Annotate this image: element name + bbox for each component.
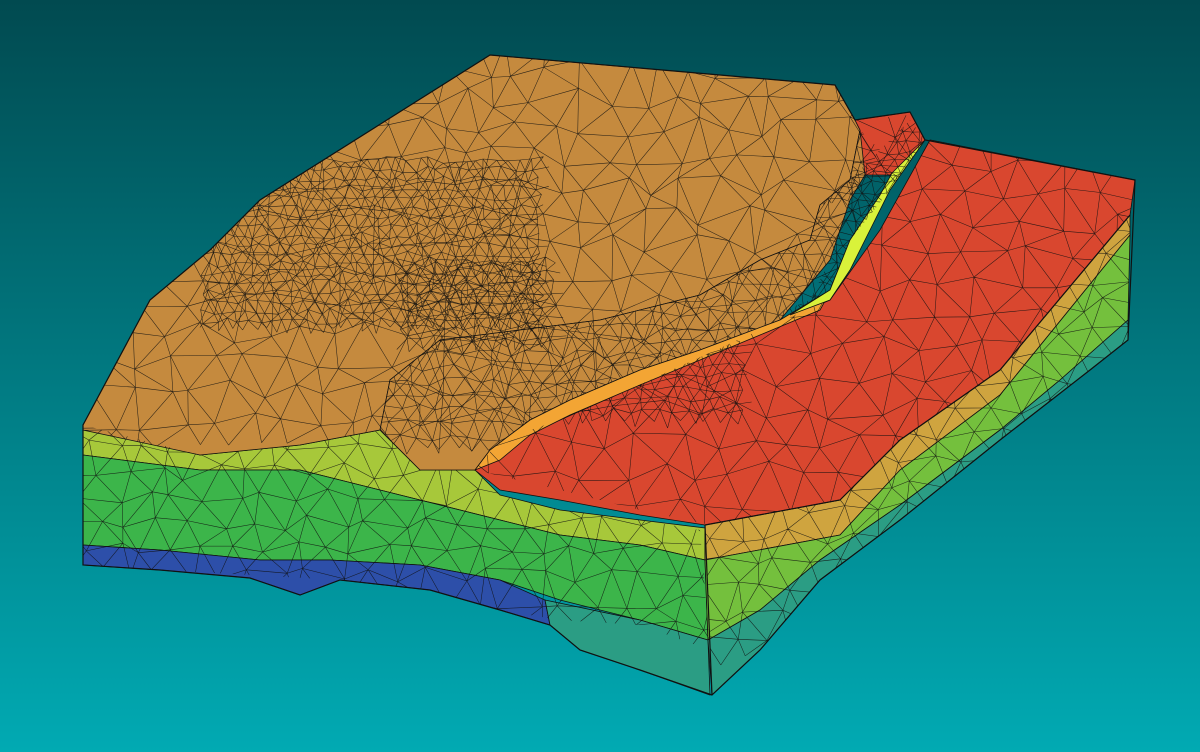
mesh-viewport[interactable] [0, 0, 1200, 752]
geologic-mesh-scene [0, 0, 1200, 752]
